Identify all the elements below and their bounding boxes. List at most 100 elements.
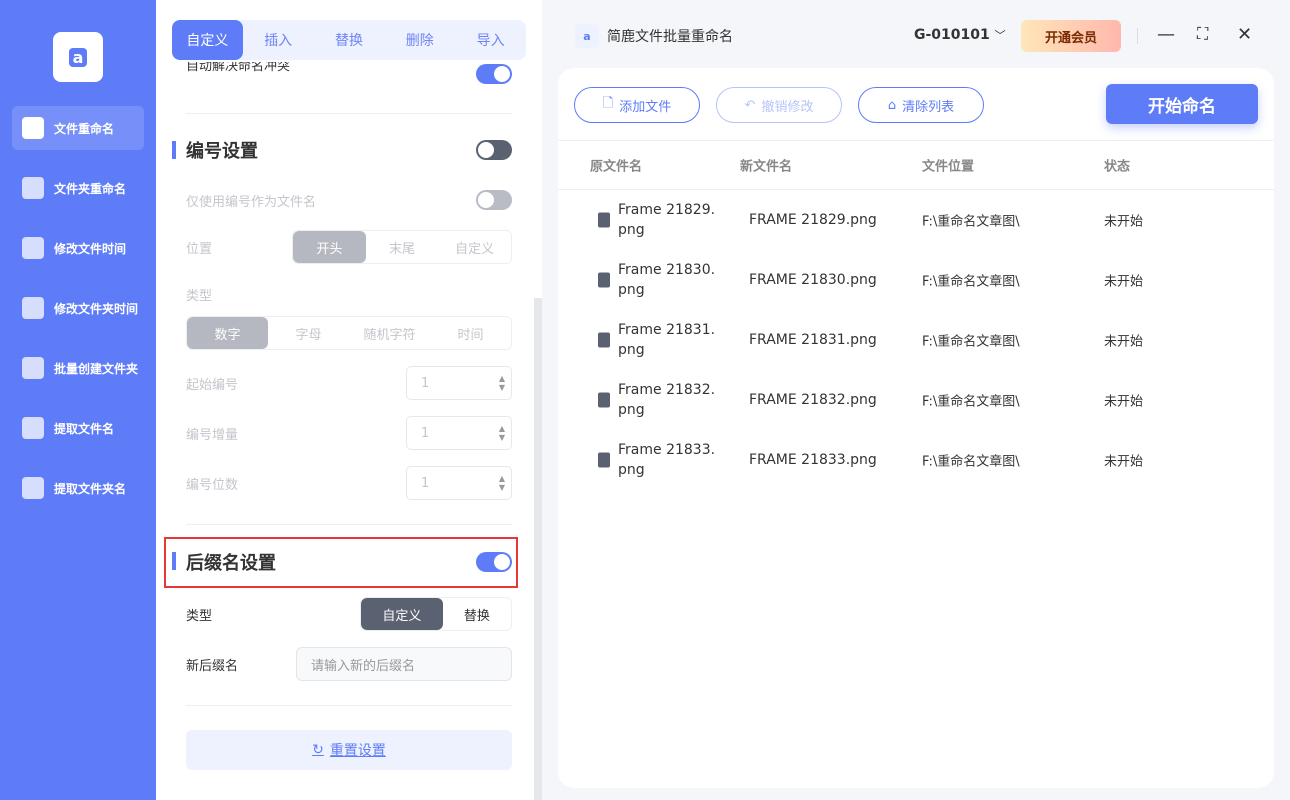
table-row[interactable]: Frame 21829. png FRAME 21829.png F:\重命名文章…	[558, 190, 1274, 250]
suffix-title: 后缀名设置	[186, 553, 276, 574]
col-new: 新文件名	[740, 159, 793, 175]
reset-button[interactable]: ↻ 重置设置	[186, 730, 512, 770]
type-segment: 数字 字母 随机字符 时间	[186, 316, 512, 350]
position-end[interactable]: 末尾	[366, 231, 439, 263]
col-location: 文件位置	[922, 159, 975, 175]
numbering-toggle[interactable]	[476, 140, 512, 160]
tab-import[interactable]: 导入	[455, 20, 526, 60]
sidebar-item-create-folders[interactable]: 批量创建文件夹	[12, 346, 144, 390]
only-number-label: 仅使用编号作为文件名	[186, 194, 317, 210]
add-file-button[interactable]: 🗋 添加文件	[574, 87, 700, 123]
folder-plus-icon	[22, 357, 44, 379]
file-icon	[22, 117, 44, 139]
file-location: F:\重命名文章图\	[922, 394, 1020, 410]
step-value: 1	[421, 425, 430, 441]
upload-file-icon	[22, 417, 44, 439]
divider	[186, 524, 512, 525]
nav-label: 提取文件名	[54, 421, 115, 436]
undo-button[interactable]: ↶ 撤销修改	[716, 87, 842, 123]
tab-custom[interactable]: 自定义	[172, 20, 243, 60]
section-marker	[172, 552, 176, 570]
table-row[interactable]: Frame 21831. png FRAME 21831.png F:\重命名文章…	[558, 310, 1274, 370]
table-header: 原文件名 新文件名 文件位置 状态	[558, 140, 1274, 190]
original-name-line1: Frame 21831.	[618, 322, 716, 338]
status: 未开始	[1104, 334, 1144, 350]
suffix-type-label: 类型	[186, 608, 213, 624]
original-name: Frame 21831. png	[618, 320, 715, 360]
nav-label: 批量创建文件夹	[54, 361, 139, 376]
clipped-setting-label: 自动解决命名冲突	[186, 62, 291, 74]
close-icon[interactable]: ✕	[1237, 24, 1252, 45]
digits-input[interactable]: 1 ▲ ▼	[406, 466, 512, 500]
undo-label: 撤销修改	[761, 99, 814, 115]
position-custom[interactable]: 自定义	[438, 231, 511, 263]
clear-list-button[interactable]: ⌂ 清除列表	[858, 87, 984, 123]
type-random[interactable]: 随机字符	[349, 317, 430, 349]
spinner-icon[interactable]: ▲ ▼	[499, 424, 505, 442]
spinner-icon[interactable]: ▲ ▼	[499, 474, 505, 492]
new-name: FRAME 21831.png	[749, 332, 877, 348]
divider	[186, 705, 512, 706]
conflict-toggle[interactable]	[476, 64, 512, 84]
user-menu[interactable]: G-010101 ﹀	[914, 27, 1006, 43]
type-time[interactable]: 时间	[430, 317, 511, 349]
tab-delete[interactable]: 删除	[384, 20, 455, 60]
original-name: Frame 21829. png	[618, 200, 715, 240]
type-label: 类型	[186, 288, 213, 304]
section-marker	[172, 141, 176, 159]
folder-icon	[22, 177, 44, 199]
new-name: FRAME 21833.png	[749, 452, 877, 468]
file-icon	[598, 272, 610, 288]
original-name-line1: Frame 21829.	[618, 202, 716, 218]
sidebar-item-extract-foldernames[interactable]: 提取文件夹名	[12, 466, 144, 510]
sidebar-item-file-rename[interactable]: 文件重命名	[12, 106, 144, 150]
sidebar-item-extract-filenames[interactable]: 提取文件名	[12, 406, 144, 450]
table-row[interactable]: Frame 21832. png FRAME 21832.png F:\重命名文章…	[558, 370, 1274, 430]
maximize-icon[interactable]: ⛶	[1197, 24, 1208, 44]
sidebar-item-file-time[interactable]: 修改文件时间	[12, 226, 144, 270]
new-suffix-input[interactable]: 请输入新的后缀名	[296, 647, 512, 681]
user-id: G-010101	[914, 27, 990, 43]
suffix-replace[interactable]: 替换	[443, 598, 511, 630]
start-number-input[interactable]: 1 ▲ ▼	[406, 366, 512, 400]
status: 未开始	[1104, 214, 1144, 230]
suffix-type-segment: 自定义 替换	[360, 597, 512, 631]
status: 未开始	[1104, 394, 1144, 410]
table-row[interactable]: Frame 21833. png FRAME 21833.png F:\重命名文章…	[558, 430, 1274, 490]
start-rename-button[interactable]: 开始命名	[1106, 84, 1258, 124]
suffix-custom[interactable]: 自定义	[361, 598, 443, 630]
original-name-line1: Frame 21830.	[618, 262, 716, 278]
original-name-line2: png	[618, 222, 645, 238]
new-name: FRAME 21829.png	[749, 212, 877, 228]
broom-icon: ⌂	[887, 97, 897, 113]
file-icon	[598, 392, 610, 408]
tab-insert[interactable]: 插入	[243, 20, 314, 60]
table-row[interactable]: Frame 21830. png FRAME 21830.png F:\重命名文章…	[558, 250, 1274, 310]
type-digit[interactable]: 数字	[187, 317, 268, 349]
file-icon	[598, 212, 610, 228]
sidebar-item-folder-rename[interactable]: 文件夹重命名	[12, 166, 144, 210]
digits-label: 编号位数	[186, 477, 239, 493]
step-input[interactable]: 1 ▲ ▼	[406, 416, 512, 450]
position-start[interactable]: 开头	[293, 231, 366, 263]
nav-label: 提取文件夹名	[54, 481, 127, 496]
col-status: 状态	[1104, 159, 1131, 175]
tab-replace[interactable]: 替换	[314, 20, 385, 60]
suffix-toggle[interactable]	[476, 552, 512, 572]
sidebar-item-folder-time[interactable]: 修改文件夹时间	[12, 286, 144, 330]
chevron-down-icon: ﹀	[994, 29, 1006, 42]
only-number-toggle[interactable]	[476, 190, 512, 210]
original-name-line1: Frame 21832.	[618, 382, 716, 398]
spinner-icon[interactable]: ▲ ▼	[499, 374, 505, 392]
settings-scrollbar[interactable]	[534, 298, 542, 800]
logo-text: a	[68, 47, 88, 67]
vip-button[interactable]: 开通会员	[1021, 20, 1121, 52]
original-name-line2: png	[618, 282, 645, 298]
status: 未开始	[1104, 454, 1144, 470]
type-letter[interactable]: 字母	[268, 317, 349, 349]
file-clock-icon	[22, 237, 44, 259]
start-label: 起始编号	[186, 377, 239, 393]
minimize-icon[interactable]: —	[1157, 24, 1175, 45]
position-segment: 开头 末尾 自定义	[292, 230, 512, 264]
file-location: F:\重命名文章图\	[922, 214, 1020, 230]
